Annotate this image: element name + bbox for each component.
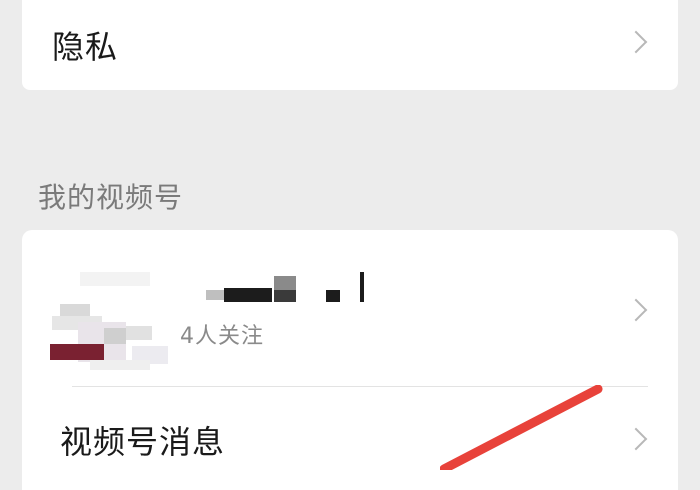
chevron-right-icon [624,298,648,322]
section-title: 我的视频号 [38,181,184,214]
channel-account-row[interactable]: 4人关注 [22,230,678,386]
chevron-right-icon [624,427,648,451]
channel-name-redacted [206,272,364,302]
chevron-right-icon [624,30,648,54]
follower-count: 4人关注 [180,324,264,349]
channel-messages-label: 视频号消息 [60,423,226,461]
privacy-row[interactable]: 隐私 [22,0,678,90]
privacy-label: 隐私 [52,28,119,66]
avatar [50,272,168,370]
annotation-arrow [440,385,603,470]
